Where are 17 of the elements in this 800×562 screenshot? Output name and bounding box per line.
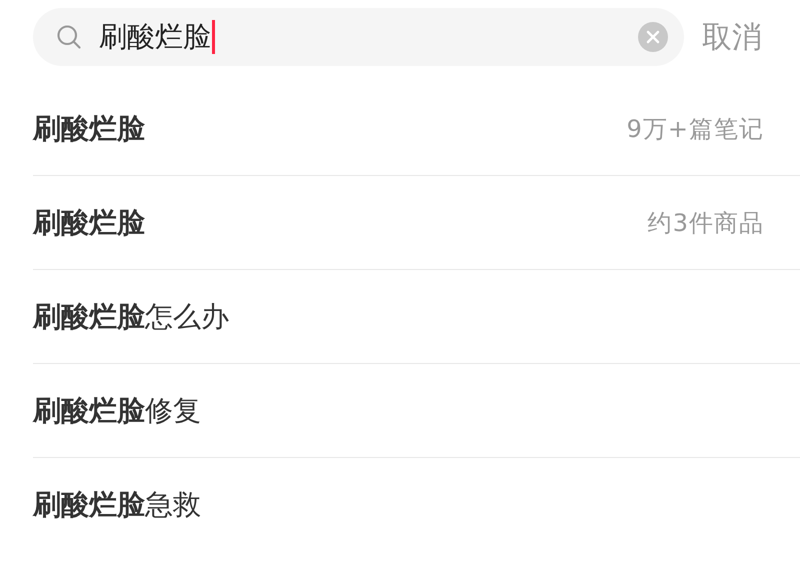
result-count: 9万+篇笔记 <box>626 114 764 144</box>
suggestion-text: 刷酸烂脸 <box>33 110 145 146</box>
suggestion-text: 刷酸烂脸 <box>33 204 145 240</box>
suggestion-text: 刷酸烂脸急救 <box>33 487 201 523</box>
suggestion-text: 刷酸烂脸怎么办 <box>33 298 229 334</box>
search-field[interactable]: 刷酸烂脸 <box>33 8 684 66</box>
close-icon <box>646 30 660 44</box>
clear-button[interactable] <box>638 22 668 52</box>
text-cursor <box>212 20 215 54</box>
suggestion-text: 刷酸烂脸修复 <box>33 392 201 428</box>
suggestion-item[interactable]: 刷酸烂脸 9万+篇笔记 <box>33 82 800 176</box>
suggestion-item[interactable]: 刷酸烂脸怎么办 <box>33 270 800 364</box>
suggestion-item[interactable]: 刷酸烂脸急救 <box>33 458 800 552</box>
search-icon <box>55 23 83 51</box>
suggestion-item[interactable]: 刷酸烂脸修复 <box>33 364 800 458</box>
result-count: 约3件商品 <box>648 208 764 238</box>
suggestion-item[interactable]: 刷酸烂脸 约3件商品 <box>33 176 800 270</box>
